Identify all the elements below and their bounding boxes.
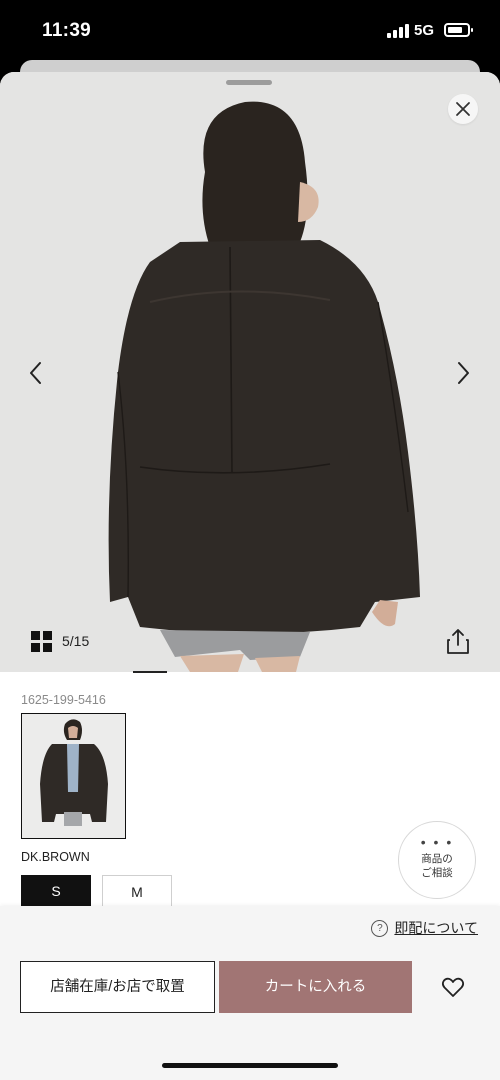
sheet-grabber[interactable] xyxy=(226,80,272,85)
signal-icon xyxy=(387,24,409,38)
image-gallery[interactable]: 5/15 xyxy=(0,72,500,672)
add-to-cart-button[interactable]: カートに入れる xyxy=(219,961,412,1013)
network-label: 5G xyxy=(414,22,435,39)
product-photo xyxy=(108,101,420,672)
chevron-left-icon xyxy=(30,362,41,384)
color-name: DK.BROWN xyxy=(21,850,90,864)
home-indicator xyxy=(162,1063,338,1068)
heart-icon[interactable] xyxy=(441,976,465,998)
express-delivery-link[interactable]: ? 即配について xyxy=(371,918,478,938)
express-delivery-label: 即配について xyxy=(394,920,478,936)
status-bar: 11:39 5G xyxy=(0,0,500,62)
next-image-button[interactable] xyxy=(451,358,475,388)
color-swatch-image xyxy=(22,714,124,837)
product-consult-button[interactable]: • • • 商品の ご相談 xyxy=(398,821,476,899)
size-option-s[interactable]: S xyxy=(21,875,91,909)
close-icon xyxy=(456,102,470,116)
gallery-position-indicator xyxy=(133,671,167,673)
product-sheet: 5/15 1625-199-5416 DK.BROWN • • • 商品の ご相… xyxy=(0,72,500,1080)
close-button[interactable] xyxy=(448,94,478,124)
product-sku: 1625-199-5416 xyxy=(21,693,106,707)
battery-icon xyxy=(444,23,473,37)
size-option-m[interactable]: M xyxy=(102,875,172,909)
store-stock-button[interactable]: 店舗在庫/お店で取置 xyxy=(20,961,215,1013)
bottom-action-bar: ? 即配について 店舗在庫/お店で取置 カートに入れる xyxy=(0,906,500,1080)
grid-icon[interactable] xyxy=(31,631,52,652)
chevron-right-icon xyxy=(458,362,469,384)
more-dots-icon: • • • xyxy=(420,834,454,850)
help-icon: ? xyxy=(371,919,389,937)
image-counter: 5/15 xyxy=(62,633,90,649)
consult-label: 商品の ご相談 xyxy=(421,853,453,879)
share-icon[interactable] xyxy=(445,627,471,655)
previous-image-button[interactable] xyxy=(24,358,48,388)
color-swatch-thumbnail[interactable] xyxy=(21,713,126,839)
status-time: 11:39 xyxy=(42,20,92,41)
